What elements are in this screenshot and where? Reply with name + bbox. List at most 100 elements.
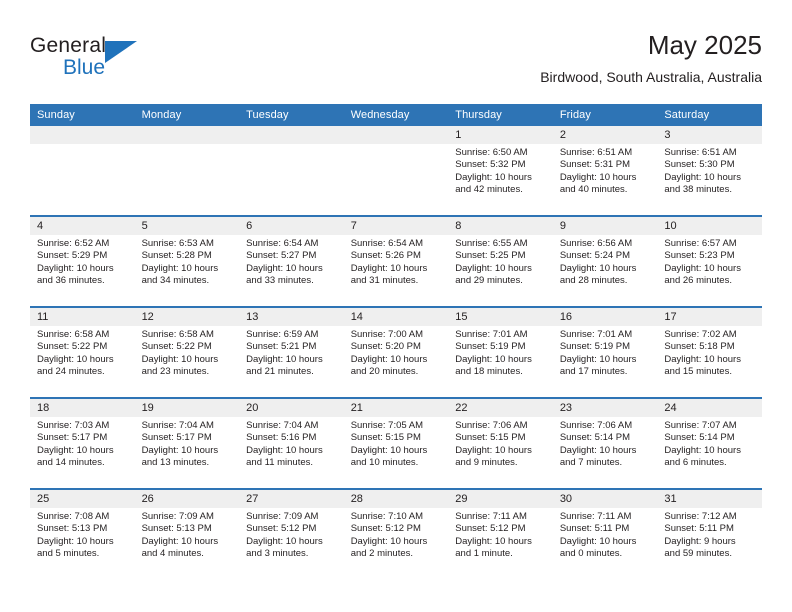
calendar-day-cell[interactable]: 17 Sunrise: 7:02 AM Sunset: 5:18 PM Dayligh… [657,306,762,398]
calendar-day-cell[interactable]: 16 Sunrise: 7:01 AM Sunset: 5:19 PM Dayligh… [552,306,658,398]
calendar-day-cell[interactable]: 31 Sunrise: 7:12 AM Sunset: 5:11 PM Dayligh… [657,488,762,579]
calendar-day-cell[interactable]: 12 Sunrise: 6:58 AM Sunset: 5:22 PM Dayligh… [134,306,240,398]
day-cell-body: Sunrise: 7:00 AM Sunset: 5:20 PM Daylight:… [344,326,449,378]
daylight-text-line2: and 10 minutes. [350,456,419,468]
sunrise-text: Sunrise: 6:51 AM [664,147,737,158]
sunrise-text: Sunrise: 6:59 AM [246,329,319,340]
day-number-band: 4 [30,217,135,235]
day-number: 11 [37,311,49,323]
calendar-day-cell[interactable]: 15 Sunrise: 7:01 AM Sunset: 5:19 PM Dayligh… [448,306,553,398]
calendar-day-cell[interactable]: 28 Sunrise: 7:10 AM Sunset: 5:12 PM Dayligh… [343,488,449,579]
day-number-band: 23 [552,399,658,417]
sunset-text: Sunset: 5:15 PM [455,432,526,444]
calendar-day-cell[interactable]: 27 Sunrise: 7:09 AM Sunset: 5:12 PM Dayligh… [239,488,344,579]
day-number: 6 [246,220,253,232]
day-number: 12 [141,311,154,323]
day-cell-body: Sunrise: 6:51 AM Sunset: 5:31 PM Daylight:… [553,144,658,196]
daylight-text-line2: and 0 minutes. [559,547,623,559]
day-number-band: 12 [134,308,240,326]
daylight-text-line1: Daylight: 10 hours [350,262,428,274]
calendar-day-cell[interactable]: 10 Sunrise: 6:57 AM Sunset: 5:23 PM Dayligh… [657,215,762,307]
calendar-day-cell-empty [134,126,240,216]
calendar-day-cell[interactable]: 21 Sunrise: 7:05 AM Sunset: 5:15 PM Dayligh… [343,397,449,489]
daylight-text-line1: Daylight: 10 hours [664,353,741,365]
daylight-text-line2: and 1 minute. [455,547,513,559]
calendar-day-cell[interactable]: 6 Sunrise: 6:54 AM Sunset: 5:27 PM Daylight… [239,215,344,307]
calendar-day-cell-empty [30,126,135,216]
calendar-day-cell[interactable]: 19 Sunrise: 7:04 AM Sunset: 5:17 PM Dayligh… [134,397,240,489]
daylight-text-line2: and 34 minutes. [141,274,210,286]
calendar-day-cell[interactable]: 25 Sunrise: 7:08 AM Sunset: 5:13 PM Dayligh… [30,488,135,579]
calendar-day-cell[interactable]: 18 Sunrise: 7:03 AM Sunset: 5:17 PM Dayligh… [30,397,135,489]
sunrise-text: Sunrise: 6:54 AM [350,238,424,249]
day-cell-body: Sunrise: 7:05 AM Sunset: 5:15 PM Daylight:… [344,417,449,469]
daylight-text-line2: and 5 minutes. [37,547,100,559]
daylight-text-line2: and 28 minutes. [559,274,628,286]
calendar-day-cell[interactable]: 26 Sunrise: 7:09 AM Sunset: 5:13 PM Dayligh… [134,488,240,579]
sunset-text: Sunset: 5:17 PM [37,432,108,444]
day-cell-body: Sunrise: 7:12 AM Sunset: 5:11 PM Daylight:… [657,508,762,560]
calendar-day-cell[interactable]: 2 Sunrise: 6:51 AM Sunset: 5:31 PM Daylight… [552,126,658,216]
calendar-day-cell[interactable]: 1 Sunrise: 6:50 AM Sunset: 5:32 PM Daylight… [448,126,553,216]
sunrise-text: Sunrise: 7:02 AM [664,329,737,340]
calendar-day-cell[interactable]: 4 Sunrise: 6:52 AM Sunset: 5:29 PM Daylight… [30,215,135,307]
day-cell-body: Sunrise: 7:07 AM Sunset: 5:14 PM Daylight:… [657,417,762,469]
day-cell-body: Sunrise: 6:51 AM Sunset: 5:30 PM Daylight:… [657,144,762,196]
calendar-day-cell[interactable]: 8 Sunrise: 6:55 AM Sunset: 5:25 PM Daylight… [448,215,553,307]
calendar-day-cell[interactable]: 9 Sunrise: 6:56 AM Sunset: 5:24 PM Daylight… [552,215,658,307]
sunrise-text: Sunrise: 7:06 AM [559,420,633,431]
calendar-day-cell[interactable]: 22 Sunrise: 7:06 AM Sunset: 5:15 PM Dayligh… [448,397,553,489]
daylight-text-line2: and 17 minutes. [559,365,628,377]
sunset-text: Sunset: 5:22 PM [141,341,212,353]
calendar-day-cell[interactable]: 24 Sunrise: 7:07 AM Sunset: 5:14 PM Dayligh… [657,397,762,489]
calendar-day-cell[interactable]: 5 Sunrise: 6:53 AM Sunset: 5:28 PM Daylight… [134,215,240,307]
day-number: 15 [455,311,468,323]
day-cell-body: Sunrise: 6:54 AM Sunset: 5:27 PM Daylight:… [239,235,344,287]
daylight-text-line1: Daylight: 10 hours [664,444,741,456]
daylight-text-line2: and 18 minutes. [455,365,523,377]
calendar-day-cell[interactable]: 23 Sunrise: 7:06 AM Sunset: 5:14 PM Dayligh… [552,397,658,489]
sunrise-text: Sunrise: 7:01 AM [559,329,633,340]
sunset-text: Sunset: 5:11 PM [664,523,734,535]
day-cell-body: Sunrise: 6:50 AM Sunset: 5:32 PM Daylight:… [448,144,553,196]
sunset-text: Sunset: 5:12 PM [246,523,317,535]
calendar-day-cell[interactable]: 30 Sunrise: 7:11 AM Sunset: 5:11 PM Dayligh… [552,488,658,579]
sunset-text: Sunset: 5:12 PM [455,523,526,535]
calendar-day-cell[interactable]: 11 Sunrise: 6:58 AM Sunset: 5:22 PM Dayligh… [30,306,135,398]
day-cell-body: Sunrise: 7:01 AM Sunset: 5:19 PM Daylight:… [553,326,658,378]
title-block: May 2025 Birdwood, South Australia, Aust… [540,28,762,88]
daylight-text-line1: Daylight: 10 hours [559,535,637,547]
day-number: 10 [664,220,677,232]
calendar-day-cell[interactable]: 3 Sunrise: 6:51 AM Sunset: 5:30 PM Daylight… [657,126,762,216]
day-number-band: 15 [448,308,553,326]
daylight-text-line1: Daylight: 10 hours [350,353,428,365]
sunset-text: Sunset: 5:19 PM [455,341,526,353]
day-cell-body: Sunrise: 7:09 AM Sunset: 5:12 PM Daylight:… [239,508,344,560]
sunset-text: Sunset: 5:15 PM [350,432,421,444]
calendar-day-cell[interactable]: 14 Sunrise: 7:00 AM Sunset: 5:20 PM Dayligh… [343,306,449,398]
day-number-band: 14 [343,308,449,326]
day-number: 16 [559,311,573,323]
sunrise-text: Sunrise: 7:10 AM [350,511,424,522]
day-number: 3 [664,129,671,141]
daylight-text-line1: Daylight: 10 hours [664,171,741,183]
daylight-text-line2: and 33 minutes. [246,274,314,286]
daylight-text-line1: Daylight: 10 hours [37,262,114,274]
day-number: 23 [559,402,573,414]
weekday-header-saturday: Saturday [657,104,762,126]
general-blue-logo[interactable]: General Blue [30,34,210,92]
day-number: 5 [141,220,148,232]
sunset-text: Sunset: 5:31 PM [559,159,631,171]
calendar-day-cell[interactable]: 7 Sunrise: 6:54 AM Sunset: 5:26 PM Daylight… [343,215,449,307]
day-number-band: 29 [448,490,553,508]
day-number-band: 9 [552,217,658,235]
daylight-text-line2: and 26 minutes. [664,274,732,286]
day-number-band [134,126,240,144]
calendar-day-cell[interactable]: 13 Sunrise: 6:59 AM Sunset: 5:21 PM Dayligh… [239,306,344,398]
calendar-day-cell[interactable]: 29 Sunrise: 7:11 AM Sunset: 5:12 PM Dayligh… [448,488,553,579]
logo-word-blue: Blue [63,56,106,79]
sunrise-text: Sunrise: 6:56 AM [559,238,633,249]
day-number-band: 18 [30,399,135,417]
calendar-day-cell[interactable]: 20 Sunrise: 7:04 AM Sunset: 5:16 PM Dayligh… [239,397,344,489]
day-number: 7 [350,220,357,232]
